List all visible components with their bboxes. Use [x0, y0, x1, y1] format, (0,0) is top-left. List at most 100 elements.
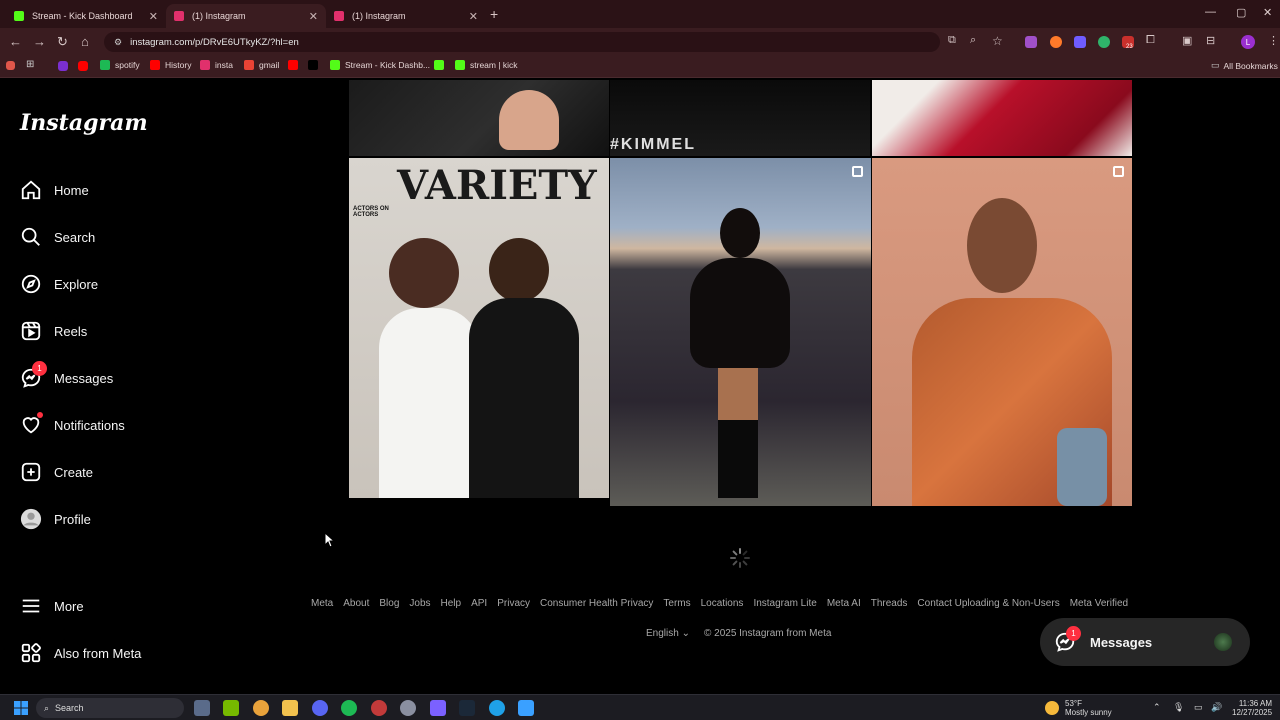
address-bar[interactable]: ⚙ instagram.com/p/DRvE6UTkyKZ/?hl=en — [104, 32, 940, 52]
tray-overflow-chevron-icon[interactable]: ⌃ — [1153, 703, 1161, 712]
weather-widget[interactable]: 53°F Mostly sunny — [1065, 699, 1112, 717]
sidebar-item-create[interactable]: Create — [20, 459, 93, 485]
maximize-button[interactable]: ▢ — [1236, 6, 1246, 19]
bookmark-item[interactable]: insta — [200, 60, 233, 70]
language-select[interactable]: English ⌄ — [646, 628, 690, 639]
tab-instagram-active[interactable]: (1) Instagram ✕ — [166, 4, 326, 28]
close-icon[interactable]: ✕ — [309, 10, 318, 23]
chevron-down-icon: ⌄ — [681, 628, 690, 639]
footer-link[interactable]: Help — [441, 598, 462, 609]
reload-button[interactable]: ↻ — [57, 34, 68, 50]
close-icon[interactable]: ✕ — [149, 10, 158, 23]
profile-avatar[interactable]: L — [1241, 35, 1255, 49]
bookmark-item[interactable] — [434, 60, 449, 70]
file-explorer-icon[interactable] — [282, 700, 298, 716]
taskbar-search[interactable]: ⌕ Search — [36, 698, 184, 718]
windows-start-icon[interactable] — [14, 701, 28, 715]
extension-icon[interactable] — [1025, 36, 1037, 48]
bookmark-item[interactable]: gmail — [244, 60, 279, 70]
twitch-extension-icon[interactable] — [1074, 36, 1086, 48]
extensions-puzzle-icon[interactable]: ⧠ — [1146, 34, 1155, 47]
volume-icon[interactable]: 🔊 — [1211, 703, 1222, 712]
sidebar-item-messages[interactable]: 1 Messages — [20, 361, 113, 391]
footer-link[interactable]: Meta — [311, 598, 333, 609]
minimize-button[interactable]: — — [1205, 6, 1216, 18]
all-bookmarks[interactable]: ▭ All Bookmarks — [1211, 60, 1278, 71]
bookmark-item[interactable]: Stream - Kick Dashb... — [330, 60, 430, 70]
footer-link[interactable]: Meta AI — [827, 598, 861, 609]
settings-gear-icon[interactable] — [400, 700, 416, 716]
sidebar-item-home[interactable]: Home — [20, 177, 89, 203]
bookmark-app-icon[interactable] — [6, 61, 15, 70]
forward-button[interactable]: → — [33, 34, 46, 49]
extension-icon[interactable] — [1050, 36, 1062, 48]
grid-post[interactable] — [349, 80, 609, 156]
footer-link[interactable]: Consumer Health Privacy — [540, 598, 653, 609]
home-button[interactable]: ⌂ — [81, 34, 89, 49]
sidebar-item-explore[interactable]: Explore — [20, 271, 98, 297]
tab-instagram[interactable]: (1) Instagram ✕ — [326, 4, 486, 28]
discord-icon[interactable] — [312, 700, 328, 716]
grid-post[interactable] — [872, 80, 1132, 156]
network-icon[interactable]: ▭ — [1194, 703, 1203, 712]
footer-link[interactable]: Blog — [379, 598, 399, 609]
sidebar-item-reels[interactable]: Reels — [20, 318, 87, 344]
sidebar-item-notifications[interactable]: Notifications — [20, 412, 125, 438]
bookmark-icon[interactable] — [58, 61, 68, 71]
menu-kebab-icon[interactable]: ⋮ — [1268, 34, 1279, 47]
grid-post[interactable]: #KIMMEL — [610, 80, 870, 156]
side-panel-icon[interactable]: ▣ — [1182, 34, 1192, 47]
app-icon[interactable] — [371, 700, 387, 716]
sidebar-more[interactable]: More — [20, 593, 84, 619]
footer-link[interactable]: Jobs — [409, 598, 430, 609]
back-button[interactable]: ← — [9, 34, 22, 49]
extension-icon[interactable] — [1098, 36, 1110, 48]
site-info-icon[interactable]: ⚙ — [114, 37, 122, 48]
contact-avatar[interactable] — [1214, 633, 1232, 651]
steam-icon[interactable] — [459, 700, 475, 716]
photos-icon[interactable] — [518, 700, 534, 716]
grid-post-variety-cover[interactable]: VARIETY ACTORS ON ACTORS — [349, 158, 609, 498]
nvidia-icon[interactable] — [223, 700, 239, 716]
bookmark-star-icon[interactable]: ☆ — [992, 34, 1003, 48]
tab-kick-dashboard[interactable]: Stream - Kick Dashboard ✕ — [6, 4, 166, 28]
window-close-button[interactable]: ✕ — [1263, 6, 1272, 19]
chrome-icon[interactable] — [253, 700, 269, 716]
close-icon[interactable]: ✕ — [469, 10, 478, 23]
footer-link[interactable]: API — [471, 598, 487, 609]
footer-link[interactable]: Meta Verified — [1070, 598, 1128, 609]
footer-link[interactable]: Locations — [701, 598, 744, 609]
bookmark-icon[interactable] — [78, 61, 88, 71]
task-view-icon[interactable] — [194, 700, 210, 716]
sidebar-item-label: Create — [54, 464, 94, 480]
bookmark-item[interactable] — [308, 60, 323, 70]
zoom-icon[interactable]: ⌕ — [970, 34, 976, 47]
install-app-icon[interactable]: ⧉ — [948, 34, 956, 47]
tab-search-icon[interactable]: ⊟ — [1206, 34, 1215, 47]
microphone-icon[interactable]: 🎙 — [1173, 703, 1184, 712]
sidebar-item-label: Explore — [54, 276, 99, 292]
bookmark-item[interactable]: History — [150, 60, 191, 70]
messages-floating-button[interactable]: 1 Messages — [1040, 618, 1250, 666]
sidebar-also-from-meta[interactable]: Also from Meta — [20, 640, 141, 666]
bookmark-item[interactable] — [288, 60, 303, 70]
clock[interactable]: 11:36 AM 12/27/2025 — [1232, 699, 1272, 717]
footer-link[interactable]: Instagram Lite — [753, 598, 816, 609]
apps-grid-icon[interactable]: ⊞ — [26, 59, 34, 70]
edge-icon[interactable] — [489, 700, 505, 716]
sidebar-item-profile[interactable]: Profile — [20, 506, 91, 532]
instagram-logo[interactable]: Instagram — [20, 110, 148, 136]
bookmark-item[interactable]: stream | kick — [455, 60, 518, 70]
footer-link[interactable]: Contact Uploading & Non-Users — [917, 598, 1059, 609]
new-tab-button[interactable]: + — [490, 6, 498, 22]
gamepad-icon[interactable] — [430, 700, 446, 716]
footer-link[interactable]: Threads — [871, 598, 908, 609]
footer-link[interactable]: Privacy — [497, 598, 530, 609]
spotify-icon[interactable] — [341, 700, 357, 716]
bookmark-item[interactable]: spotify — [100, 60, 140, 70]
grid-post-city-night[interactable] — [610, 158, 871, 506]
footer-link[interactable]: About — [343, 598, 369, 609]
grid-post-portrait[interactable] — [872, 158, 1132, 506]
footer-link[interactable]: Terms — [663, 598, 690, 609]
sidebar-item-search[interactable]: Search — [20, 224, 95, 250]
